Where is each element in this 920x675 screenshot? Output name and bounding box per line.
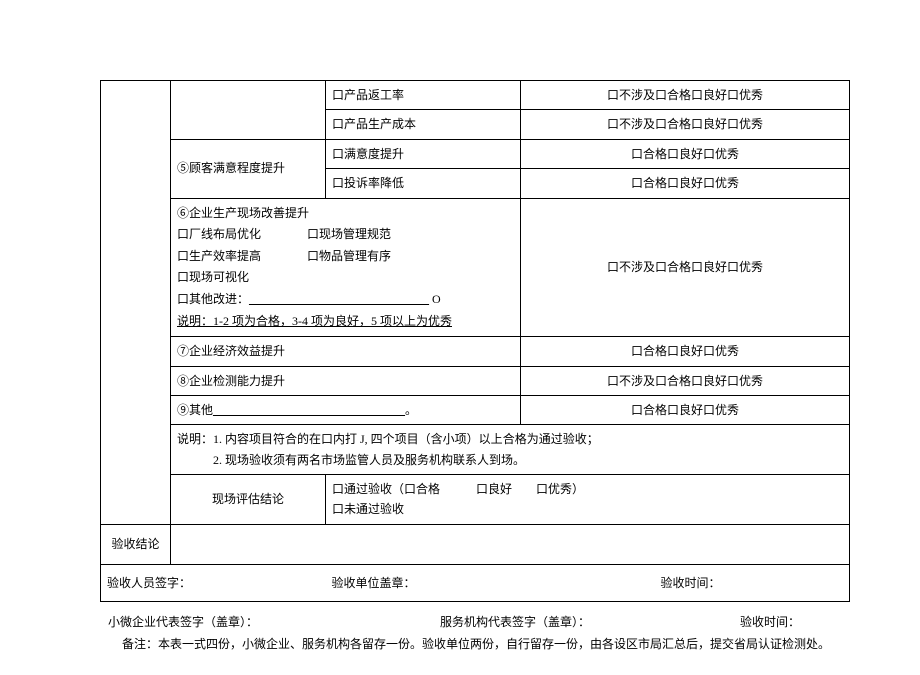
row-precell-blank xyxy=(171,81,326,140)
eval-content: 口通过验收（口合格 口良好 口优秀） 口未通过验收 xyxy=(326,475,850,525)
sig-time: 验收时间： xyxy=(521,564,850,601)
sig-unit: 验收单位盖章： xyxy=(326,564,521,601)
rating-economic-benefit: 口合格口良好口优秀 xyxy=(521,337,850,366)
acceptance-form-table: 口产品返工率 口不涉及口合格口良好口优秀 口产品生产成本 口不涉及口合格口良好口… xyxy=(100,80,850,602)
rating-production-cost: 口不涉及口合格口良好口优秀 xyxy=(521,110,850,139)
item-production-cost: 口产品生产成本 xyxy=(326,110,521,139)
economic-benefit-label: ⑦企业经济效益提升 xyxy=(171,337,521,366)
eval-line2: 口未通过验收 xyxy=(332,499,843,519)
item-rework-rate: 口产品返工率 xyxy=(326,81,521,110)
s6-title: ⑥企业生产现场改善提升 xyxy=(177,203,514,225)
footer-signatures: 小微企业代表签字（盖章）： 服务机构代表签字（盖章）： 验收时间： 备注：本表一… xyxy=(100,612,850,655)
testing-capability-label: ⑧企业检测能力提升 xyxy=(171,366,521,395)
s6-c: 口现场可视化 xyxy=(177,267,514,289)
footer-note: 备注：本表一式四份，小微企业、服务机构各留存一份。验收单位两份，自行留存一份，由… xyxy=(100,634,850,656)
item-satisfaction-up: 口满意度提升 xyxy=(326,139,521,168)
s6-b1: 口生产效率提高 xyxy=(177,246,307,268)
rating-testing-capability: 口不涉及口合格口良好口优秀 xyxy=(521,366,850,395)
accept-content xyxy=(171,524,850,564)
eval-label: 现场评估结论 xyxy=(171,475,326,525)
other-item-label: ⑨其他________________________________。 xyxy=(171,395,521,424)
s6-d-line: ______________________________ xyxy=(249,292,429,306)
notes-block: 说明：1. 内容项目符合的在口内打 J, 四个项目（含小项）以上合格为通过验收；… xyxy=(171,425,850,475)
eval-line1: 口通过验收（口合格 口良好 口优秀） xyxy=(332,479,843,499)
accept-label: 验收结论 xyxy=(101,524,171,564)
note-title: 说明： xyxy=(177,432,213,446)
sig-person: 验收人员签字： xyxy=(101,564,326,601)
s6-d-pre: 口其他改进： xyxy=(177,292,249,306)
customer-satisfaction-label: ⑤顾客满意程度提升 xyxy=(171,139,326,198)
s6-b2: 口物品管理有序 xyxy=(307,246,391,268)
s6-a2: 口现场管理规范 xyxy=(307,224,391,246)
footer-sme-sign: 小微企业代表签字（盖章）： xyxy=(100,612,440,634)
note-2: 2. 现场验收须有两名市场监管人员及服务机构联系人到场。 xyxy=(213,453,525,467)
r9-pre: ⑨其他 xyxy=(177,403,213,417)
footer-accept-time: 验收时间： xyxy=(740,612,850,634)
item-complaint-down: 口投诉率降低 xyxy=(326,169,521,198)
rating-satisfaction-up: 口合格口良好口优秀 xyxy=(521,139,850,168)
left-blank-col xyxy=(101,81,171,525)
r9-suf: 。 xyxy=(405,403,417,417)
r9-line: ________________________________ xyxy=(213,403,405,417)
rating-complaint-down: 口合格口良好口优秀 xyxy=(521,169,850,198)
rating-other: 口合格口良好口优秀 xyxy=(521,395,850,424)
s6-d-suf: O xyxy=(429,292,441,306)
s6-note: 说明：1-2 项为合格，3-4 项为良好，5 项以上为优秀 xyxy=(177,311,514,333)
rating-site-improvement: 口不涉及口合格口良好口优秀 xyxy=(521,198,850,337)
footer-service-sign: 服务机构代表签字（盖章）： xyxy=(440,612,740,634)
s6-a1: 口厂线布局优化 xyxy=(177,224,307,246)
section-site-improvement: ⑥企业生产现场改善提升 口厂线布局优化口现场管理规范 口生产效率提高口物品管理有… xyxy=(171,198,521,337)
rating-rework-rate: 口不涉及口合格口良好口优秀 xyxy=(521,81,850,110)
note-1: 1. 内容项目符合的在口内打 J, 四个项目（含小项）以上合格为通过验收； xyxy=(213,432,599,446)
